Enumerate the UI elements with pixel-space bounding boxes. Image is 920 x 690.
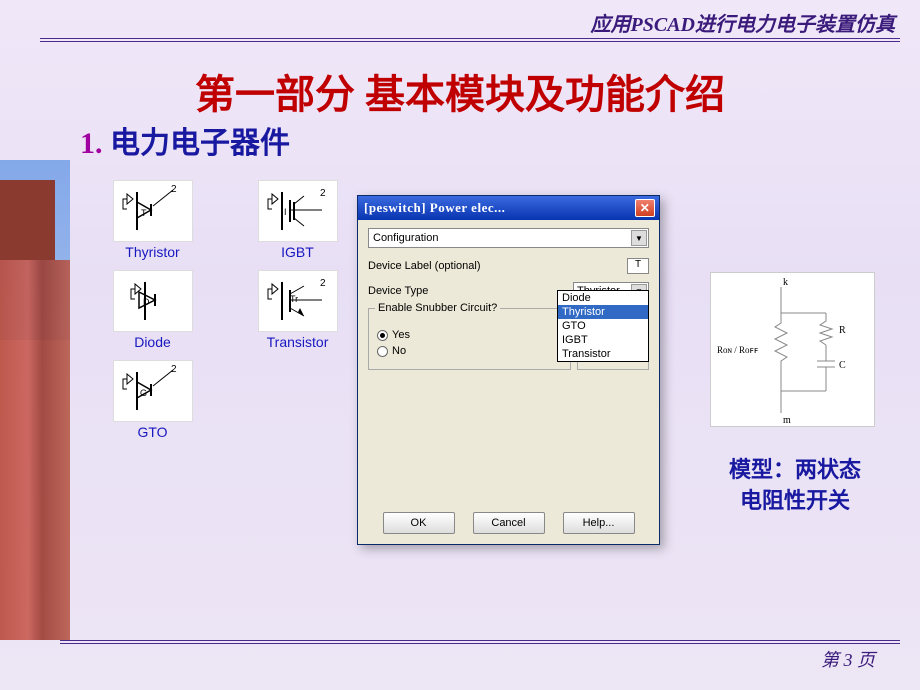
model-circuit-icon: k Rᴏɴ / Rᴏꜰꜰ R C m <box>711 273 876 428</box>
snubber-yes-radio[interactable]: Yes <box>377 329 562 341</box>
device-type-label: Device Type <box>368 285 573 297</box>
config-combo-label: Configuration <box>373 232 438 244</box>
gto-icon: G 2 <box>115 362 191 420</box>
svg-text:R: R <box>839 325 846 336</box>
comp-label: GTO <box>105 424 200 440</box>
svg-text:2: 2 <box>320 278 326 289</box>
igbt-icon: I 2 <box>260 182 336 240</box>
model-diagram: k Rᴏɴ / Rᴏꜰꜰ R C m <box>710 272 875 427</box>
comp-label: Diode <box>105 334 200 350</box>
bg-building-top <box>0 180 55 260</box>
comp-gto: G 2 GTO <box>105 360 200 440</box>
device-type-dropdown[interactable]: Diode Thyristor GTO IGBT Transistor <box>557 290 649 362</box>
footer-divider <box>60 640 900 644</box>
header-title: 应用PSCAD进行电力电子装置仿真 <box>591 8 895 37</box>
device-label-label: Device Label (optional) <box>368 260 627 272</box>
svg-text:T: T <box>141 208 147 218</box>
svg-text:Tr: Tr <box>290 294 298 304</box>
radio-label: Yes <box>392 329 410 341</box>
radio-label: No <box>392 345 406 357</box>
dropdown-item[interactable]: IGBT <box>558 333 648 347</box>
comp-label: IGBT <box>250 244 345 260</box>
comp-transistor: Tr 2 Transistor <box>250 270 345 350</box>
svg-text:Rᴏɴ / Rᴏꜰꜰ: Rᴏɴ / Rᴏꜰꜰ <box>717 345 758 355</box>
transistor-icon: Tr 2 <box>260 272 336 330</box>
cancel-button[interactable]: Cancel <box>473 512 545 534</box>
close-icon[interactable]: ✕ <box>635 199 655 217</box>
ok-button[interactable]: OK <box>383 512 455 534</box>
page-number: 第 3 页 <box>821 646 875 672</box>
comp-thyristor: T 2 Thyristor <box>105 180 200 260</box>
device-label-input[interactable]: T <box>627 258 649 274</box>
svg-text:C: C <box>839 360 846 371</box>
radio-icon <box>377 346 388 357</box>
model-caption: 模型：两状态 电阻性开关 <box>695 455 895 517</box>
dropdown-item[interactable]: Diode <box>558 291 648 305</box>
svg-text:2: 2 <box>171 184 177 195</box>
svg-text:k: k <box>783 277 788 288</box>
svg-text:D: D <box>143 297 150 307</box>
subtitle-number: 1. <box>80 127 103 160</box>
thyristor-icon: T 2 <box>115 182 191 240</box>
svg-text:G: G <box>140 388 147 398</box>
radio-icon <box>377 330 388 341</box>
section-title: 第一部分 基本模块及功能介绍 <box>0 62 920 120</box>
dropdown-item[interactable]: Transistor <box>558 347 648 361</box>
section-subtitle: 1. 电力电子器件 <box>80 118 290 162</box>
snubber-group: Enable Snubber Circuit? Yes No <box>368 308 571 370</box>
snubber-no-radio[interactable]: No <box>377 345 562 357</box>
model-caption-line1: 模型：两状态 <box>695 455 895 486</box>
dropdown-item[interactable]: GTO <box>558 319 648 333</box>
chevron-down-icon[interactable]: ▼ <box>631 230 647 246</box>
config-combo[interactable]: Configuration ▼ <box>368 228 649 248</box>
dialog-buttons: OK Cancel Help... <box>358 512 659 534</box>
header-divider <box>40 38 900 42</box>
comp-diode: D Diode <box>105 270 200 350</box>
svg-text:m: m <box>783 415 791 426</box>
subtitle-text: 电力电子器件 <box>110 127 290 160</box>
comp-label: Transistor <box>250 334 345 350</box>
dialog-titlebar[interactable]: [peswitch] Power elec... ✕ <box>358 196 659 220</box>
dropdown-item-selected[interactable]: Thyristor <box>558 305 648 319</box>
comp-igbt: I 2 IGBT <box>250 180 345 260</box>
peswitch-dialog: [peswitch] Power elec... ✕ Configuration… <box>357 195 660 545</box>
comp-label: Thyristor <box>105 244 200 260</box>
svg-text:I: I <box>284 207 287 217</box>
help-button[interactable]: Help... <box>563 512 635 534</box>
dialog-title: [peswitch] Power elec... <box>362 200 635 216</box>
model-caption-line2: 电阻性开关 <box>695 486 895 517</box>
snubber-group-title: Enable Snubber Circuit? <box>375 302 500 314</box>
component-grid: T 2 Thyristor I 2 IGBT <box>105 180 350 450</box>
svg-text:2: 2 <box>171 364 177 375</box>
svg-text:2: 2 <box>320 188 326 199</box>
diode-icon: D <box>115 272 191 330</box>
bg-building <box>0 260 70 640</box>
